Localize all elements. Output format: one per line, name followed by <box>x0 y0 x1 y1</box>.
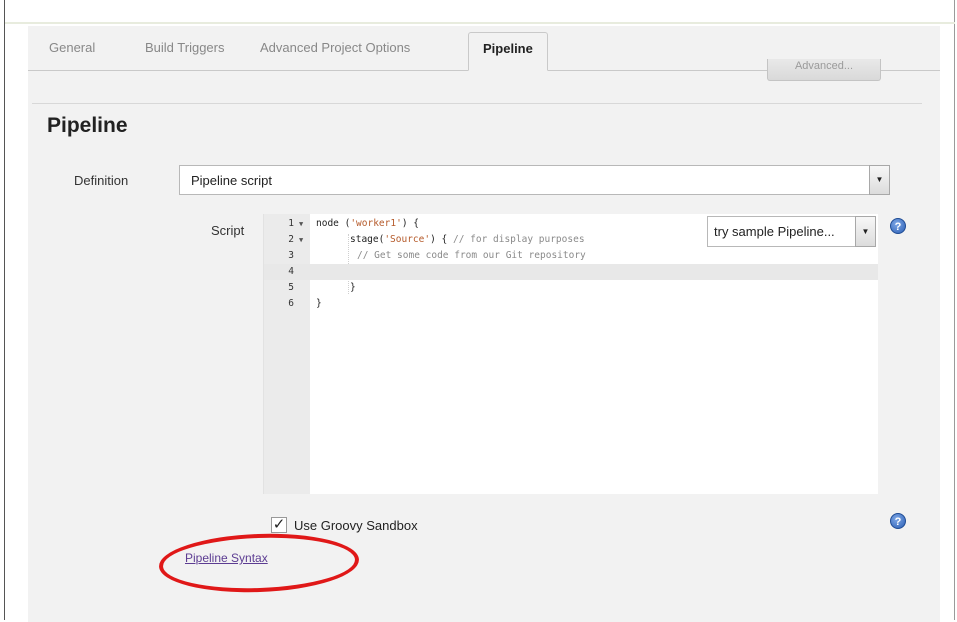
fold-arrow-icon[interactable]: ▼ <box>299 232 303 248</box>
line-number: 2 <box>288 234 294 245</box>
groovy-sandbox-checkbox[interactable]: ✓ <box>271 517 287 533</box>
sample-pipeline-select[interactable]: try sample Pipeline... ▼ <box>707 216 876 247</box>
definition-select[interactable]: Pipeline script ▼ <box>179 165 890 195</box>
dropdown-arrow-icon[interactable]: ▼ <box>855 216 876 247</box>
advanced-button[interactable]: Advanced... <box>767 59 881 81</box>
code-text: } <box>350 282 356 293</box>
top-divider <box>5 22 955 24</box>
groovy-sandbox-label[interactable]: Use Groovy Sandbox <box>294 518 418 533</box>
line-number: 1 <box>288 218 294 229</box>
section-title: Pipeline <box>47 114 128 137</box>
definition-label: Definition <box>74 173 129 188</box>
code-text: node ('worker1') { <box>316 218 419 229</box>
script-editor[interactable]: 1 ▼ node ('worker1') { 2 ▼ stage('Source… <box>263 214 878 494</box>
tab-advanced-project-options[interactable]: Advanced Project Options <box>260 26 410 70</box>
section-divider <box>32 103 922 104</box>
code-line-active[interactable]: 4 <box>264 264 878 280</box>
help-icon[interactable]: ? <box>890 218 906 234</box>
definition-selected-value: Pipeline script <box>191 173 272 188</box>
line-number: 3 <box>288 250 294 261</box>
script-label: Script <box>211 223 245 238</box>
tab-general[interactable]: General <box>49 26 95 70</box>
line-number: 4 <box>288 266 294 277</box>
sample-pipeline-value: try sample Pipeline... <box>714 224 835 239</box>
config-panel: General Build Triggers Advanced Project … <box>28 26 940 622</box>
tab-build-triggers[interactable]: Build Triggers <box>145 26 224 70</box>
checkmark-icon: ✓ <box>272 516 286 533</box>
code-line[interactable]: 3 // Get some code from our Git reposito… <box>264 248 878 264</box>
code-text: // Get some code from our Git repository <box>357 250 586 261</box>
code-line[interactable]: 5 } <box>264 280 878 296</box>
tab-pipeline[interactable]: Pipeline <box>468 32 548 71</box>
line-number: 6 <box>288 298 294 309</box>
code-text: stage('Source') { // for display purpose… <box>350 234 585 245</box>
line-number: 5 <box>288 282 294 293</box>
help-icon[interactable]: ? <box>890 513 906 529</box>
code-text: } <box>316 298 322 309</box>
highlight-ellipse-annotation <box>158 530 360 596</box>
fold-arrow-icon[interactable]: ▼ <box>299 216 303 232</box>
code-line[interactable]: 6 } <box>264 296 878 312</box>
dropdown-arrow-icon[interactable]: ▼ <box>869 165 890 195</box>
